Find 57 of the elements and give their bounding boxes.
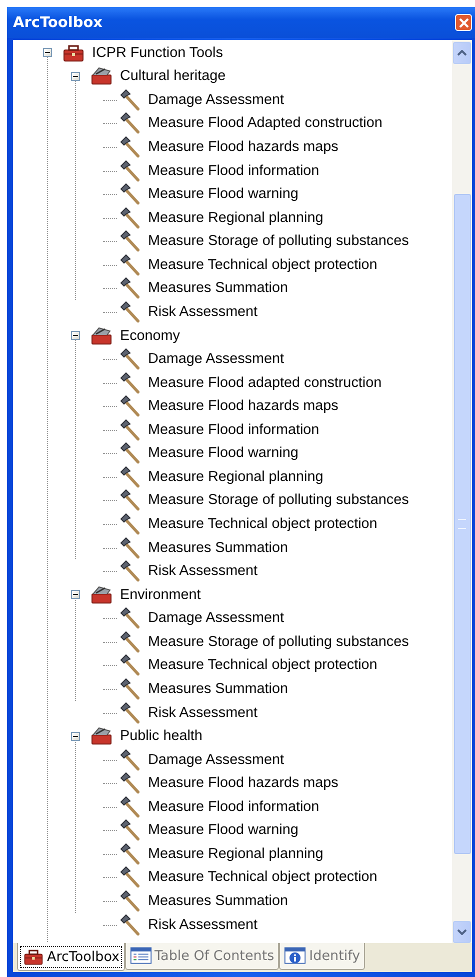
- tab[interactable]: ArcToolbox: [17, 943, 125, 971]
- tool-item[interactable]: Measures Summation: [148, 280, 288, 296]
- tool-item[interactable]: Measure Technical object protection: [148, 657, 378, 674]
- tool-item[interactable]: Damage Assessment: [148, 752, 284, 768]
- tool-item[interactable]: Measures Summation: [148, 680, 288, 697]
- toolbox-item[interactable]: ICPR Function Tools: [92, 44, 223, 61]
- tool-item[interactable]: Measure Flood hazards maps: [148, 398, 338, 414]
- toolset-item[interactable]: Economy: [120, 328, 180, 344]
- tool-item[interactable]: Measure Flood warning: [148, 822, 298, 838]
- collapse-icon[interactable]: [70, 331, 80, 340]
- tool-item[interactable]: Measure Flood hazards maps: [148, 139, 338, 156]
- tool-item[interactable]: Measure Technical object protection: [148, 516, 378, 532]
- tool-item[interactable]: Measure Technical object protection: [148, 256, 378, 273]
- tool-item[interactable]: Measure Regional planning: [148, 846, 324, 862]
- collapse-icon[interactable]: [42, 48, 52, 58]
- tool-item[interactable]: Risk Assessment: [148, 916, 258, 933]
- tool-item[interactable]: Risk Assessment: [148, 304, 258, 320]
- tool-item[interactable]: Damage Assessment: [148, 610, 284, 626]
- toolset-item[interactable]: Cultural heritage: [120, 68, 226, 84]
- tool-item[interactable]: Damage Assessment: [148, 92, 284, 108]
- window-title: ArcToolbox: [13, 14, 103, 30]
- tool-item[interactable]: Measure Regional planning: [148, 468, 324, 485]
- collapse-icon[interactable]: [70, 732, 80, 741]
- tool-item[interactable]: Measure Flood warning: [148, 445, 298, 462]
- tool-item[interactable]: Measure Storage of polluting substances: [148, 233, 409, 250]
- tool-item[interactable]: Risk Assessment: [148, 563, 258, 580]
- tool-item[interactable]: Measure Flood adapted construction: [148, 374, 382, 391]
- close-button[interactable]: [455, 14, 472, 31]
- collapse-icon[interactable]: [70, 590, 80, 600]
- tool-item[interactable]: Damage Assessment: [148, 351, 284, 368]
- close-icon: [458, 18, 468, 28]
- tool-item[interactable]: Measures Summation: [148, 540, 288, 556]
- toolset-item[interactable]: Environment: [120, 586, 201, 603]
- tool-item[interactable]: Measure Flood Adapted construction: [148, 115, 382, 132]
- tool-item[interactable]: Measure Storage of polluting substances: [148, 634, 409, 650]
- chevron-down-icon: [457, 929, 467, 935]
- toolset-item[interactable]: Public health: [120, 728, 202, 744]
- scroll-down-button[interactable]: [453, 921, 471, 943]
- tool-item[interactable]: Measure Flood hazards maps: [148, 775, 338, 792]
- tab[interactable]: Table Of Contents: [124, 943, 280, 970]
- tool-item[interactable]: Measure Regional planning: [148, 210, 324, 226]
- table-of-contents-icon: [130, 945, 152, 967]
- chevron-up-icon: [457, 50, 467, 56]
- scrollbar[interactable]: [452, 40, 472, 943]
- tool-item[interactable]: Measure Technical object protection: [148, 869, 378, 886]
- info-window-icon: [284, 945, 306, 967]
- tool-item[interactable]: Risk Assessment: [148, 704, 258, 721]
- tool-item[interactable]: Measure Flood information: [148, 798, 320, 815]
- tool-item[interactable]: Measure Storage of polluting substances: [148, 492, 409, 508]
- collapse-icon[interactable]: [70, 72, 80, 81]
- tool-item[interactable]: Measures Summation: [148, 893, 288, 910]
- tab[interactable]: Identify: [279, 943, 366, 970]
- scroll-thumb[interactable]: [454, 194, 470, 854]
- tool-item[interactable]: Measure Flood information: [148, 422, 320, 438]
- scroll-up-button[interactable]: [453, 42, 471, 64]
- tool-item[interactable]: Measure Flood warning: [148, 186, 298, 202]
- tool-item[interactable]: Measure Flood information: [148, 162, 320, 179]
